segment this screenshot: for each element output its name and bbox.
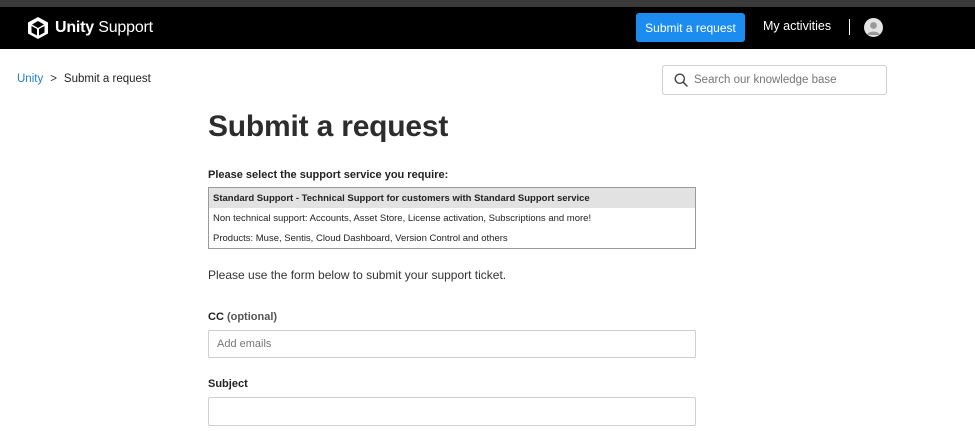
user-avatar-icon[interactable] (864, 18, 883, 37)
breadcrumb-unity-link[interactable]: Unity (17, 73, 43, 85)
cc-field-label: CC (optional) (208, 311, 277, 323)
cc-optional-text: (optional) (226, 311, 278, 323)
submit-request-button[interactable]: Submit a request (636, 13, 745, 42)
site-header: Unity Support Submit a request My activi… (0, 7, 975, 49)
subject-field[interactable] (208, 397, 696, 426)
unity-cube-icon (28, 17, 48, 39)
page-title: Submit a request (208, 110, 449, 143)
service-option-standard-support[interactable]: Standard Support - Technical Support for… (209, 188, 695, 208)
cc-label-text: CC (208, 311, 224, 323)
search-input[interactable] (694, 74, 884, 86)
unity-support-logo[interactable]: Unity Support (27, 16, 153, 40)
service-option-products[interactable]: Products: Muse, Sentis, Cloud Dashboard,… (209, 228, 695, 248)
breadcrumb: Unity > Submit a request (17, 73, 151, 85)
browser-top-strip (0, 0, 975, 7)
avatar-silhouette-icon (867, 22, 880, 35)
subject-field-label: Subject (208, 378, 248, 390)
cc-email-field[interactable] (208, 330, 696, 358)
search-icon (674, 73, 688, 87)
form-instructions: Please use the form below to submit your… (208, 268, 507, 282)
service-option-non-technical[interactable]: Non technical support: Accounts, Asset S… (209, 208, 695, 228)
header-divider (849, 19, 850, 35)
my-activities-link[interactable]: My activities (763, 19, 831, 33)
service-select-label: Please select the support service you re… (208, 169, 449, 181)
support-service-listbox[interactable]: Standard Support - Technical Support for… (208, 187, 696, 249)
logo-text: Unity Support (55, 19, 153, 36)
breadcrumb-separator: > (50, 73, 57, 85)
breadcrumb-current: Submit a request (63, 73, 151, 85)
knowledge-base-search[interactable] (662, 65, 887, 95)
